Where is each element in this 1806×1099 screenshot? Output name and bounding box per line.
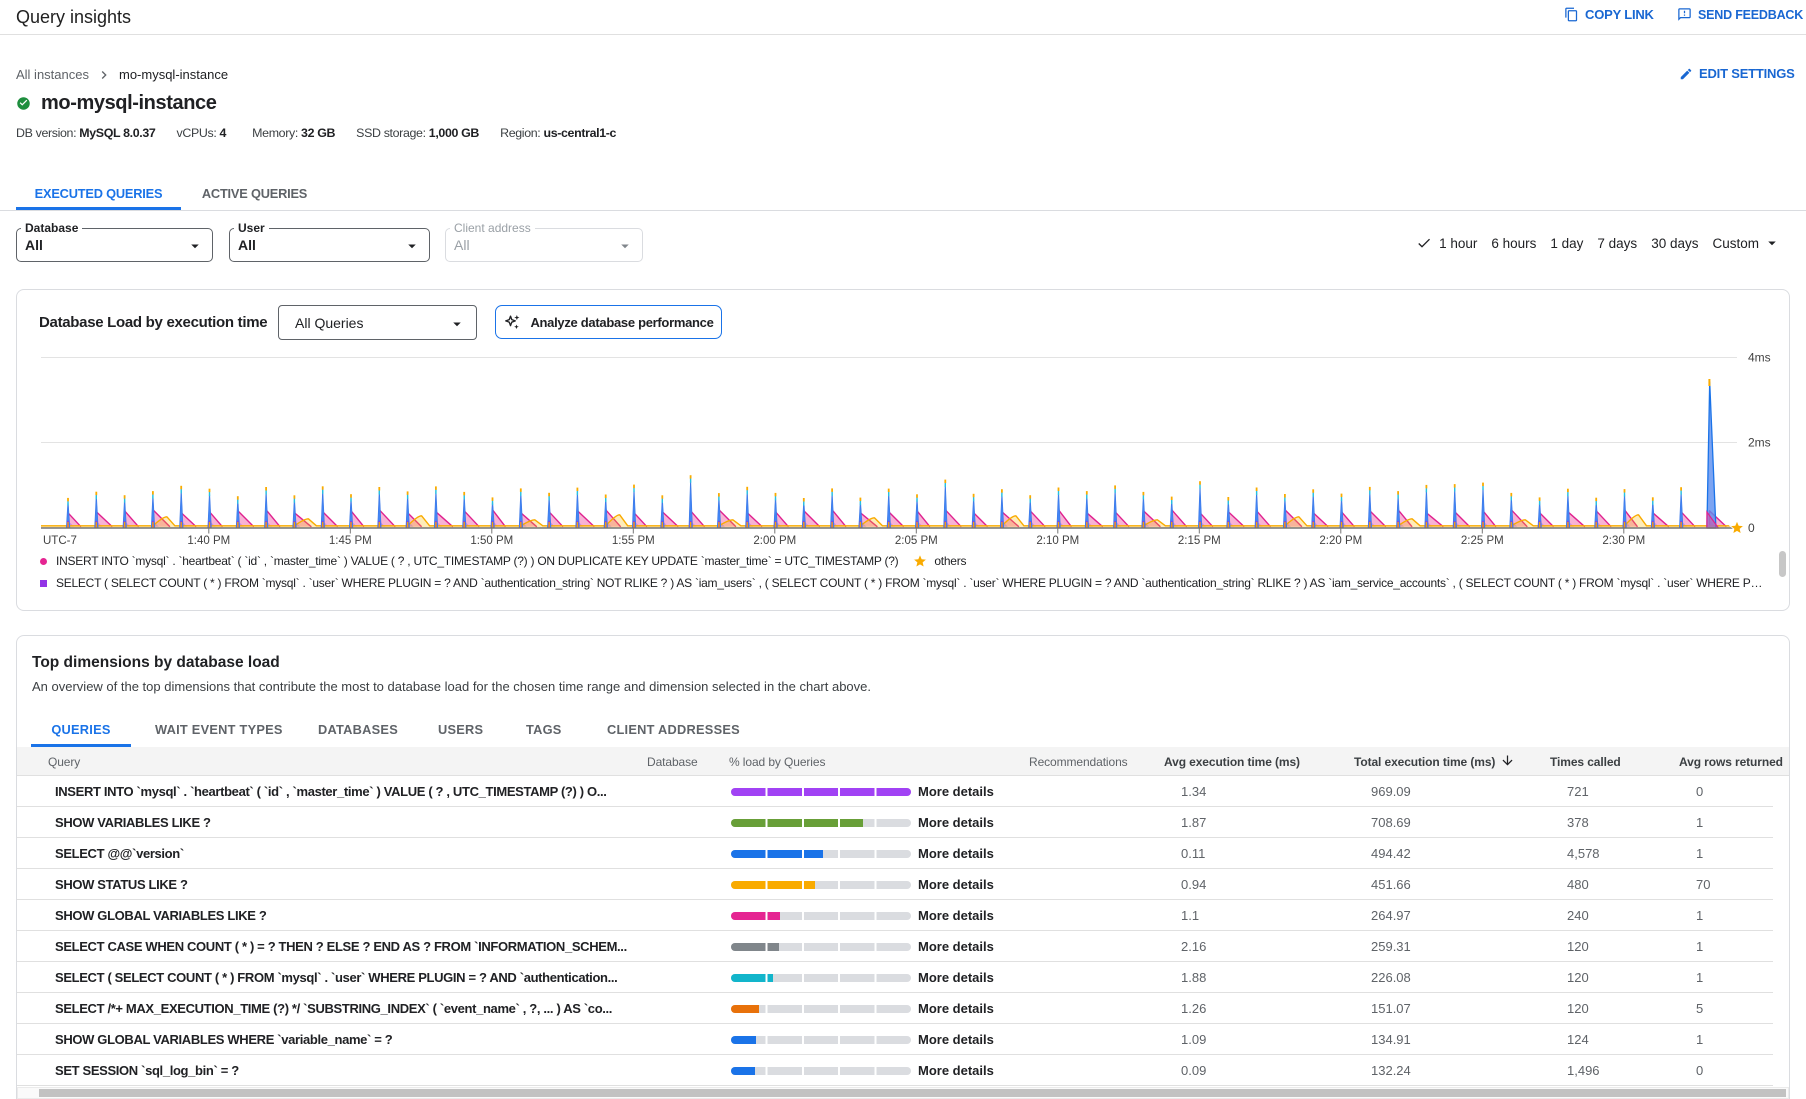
svg-text:2:05 PM: 2:05 PM — [895, 535, 938, 547]
svg-text:2:25 PM: 2:25 PM — [1461, 535, 1504, 547]
svg-text:0: 0 — [1748, 521, 1755, 535]
svg-text:UTC-7: UTC-7 — [43, 535, 77, 547]
svg-text:2:10 PM: 2:10 PM — [1036, 535, 1079, 547]
svg-text:1:40 PM: 1:40 PM — [187, 535, 230, 547]
svg-text:4ms: 4ms — [1748, 351, 1771, 365]
svg-text:2:15 PM: 2:15 PM — [1178, 535, 1221, 547]
svg-text:1:55 PM: 1:55 PM — [612, 535, 655, 547]
svg-text:2:00 PM: 2:00 PM — [753, 535, 796, 547]
svg-text:2ms: 2ms — [1748, 436, 1771, 450]
svg-text:2:20 PM: 2:20 PM — [1319, 535, 1362, 547]
svg-text:1:45 PM: 1:45 PM — [329, 535, 372, 547]
svg-text:2:30 PM: 2:30 PM — [1602, 535, 1645, 547]
svg-text:1:50 PM: 1:50 PM — [470, 535, 513, 547]
